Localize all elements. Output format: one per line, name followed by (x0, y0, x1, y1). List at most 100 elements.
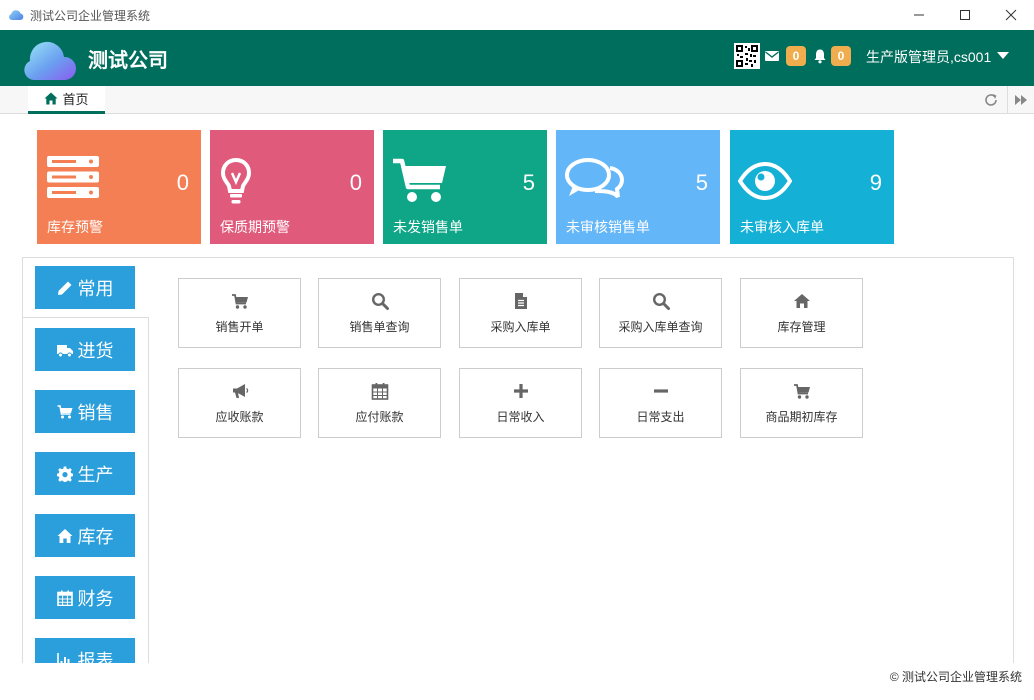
function-label: 日常收入 (496, 409, 545, 424)
sidebar-item-purchase[interactable]: 进货 (35, 328, 135, 371)
tile-label: 未发销售单 (393, 219, 463, 235)
sidebar-item-sales[interactable]: 销售 (35, 390, 135, 433)
maximize-icon (960, 10, 970, 20)
tab-home-label: 首页 (62, 92, 89, 107)
sidebar-item-label: 库存 (77, 526, 114, 547)
function-label: 应付账款 (355, 409, 404, 424)
tile-label: 未审核销售单 (566, 219, 650, 235)
sidebar-item-label: 进货 (77, 340, 114, 361)
calendar-icon (371, 382, 388, 400)
close-icon (1005, 9, 1017, 21)
bell-icon[interactable] (812, 48, 828, 64)
function-label: 商品期初库存 (765, 409, 838, 424)
comments-icon (565, 158, 624, 199)
module-sidebar: 常用 进货 销售 生产 库存 财务 报表 (23, 258, 149, 663)
cloud-app-icon (9, 10, 24, 20)
mail-count-badge[interactable]: 0 (786, 46, 806, 66)
tile-value: 5 (522, 170, 535, 195)
pencil-icon (57, 281, 71, 295)
tile-label: 保质期预警 (220, 219, 290, 235)
sidebar-item-label: 财务 (77, 588, 114, 609)
sales-order-button[interactable]: 销售开单 (178, 278, 301, 348)
lightbulb-icon (220, 157, 252, 204)
qr-code-icon[interactable] (734, 43, 760, 69)
tile-unshipped-sales[interactable]: 5 未发销售单 (383, 130, 547, 244)
tab-home[interactable]: 首页 (28, 86, 105, 114)
footer-copyright: © 测试公司企业管理系统 (889, 670, 1022, 684)
sidebar-item-label: 常用 (77, 278, 114, 299)
sidebar-item-common[interactable]: 常用 (35, 266, 135, 309)
sidebar-item-label: 生产 (77, 464, 114, 485)
cloud-logo-icon (24, 41, 76, 80)
window-titlebar: 测试公司企业管理系统 (0, 0, 1034, 30)
tile-value: 5 (695, 170, 708, 195)
sidebar-item-finance[interactable]: 财务 (35, 576, 135, 619)
tile-unreviewed-inbound[interactable]: 9 未审核入库单 (730, 130, 894, 244)
minimize-button[interactable] (896, 0, 942, 30)
user-menu[interactable]: 生产版管理员,cs001 (866, 47, 991, 67)
bar-chart-icon (56, 652, 69, 663)
inventory-management-button[interactable]: 库存管理 (740, 278, 863, 348)
app-header: 测试公司 0 0 生产版管理员,cs001 (0, 30, 1034, 86)
close-button[interactable] (988, 0, 1034, 30)
minus-icon (653, 388, 668, 393)
eye-icon (738, 161, 792, 201)
tile-value: 9 (869, 170, 882, 195)
plus-icon (513, 383, 528, 398)
tile-label: 库存预警 (47, 219, 103, 235)
opening-stock-button[interactable]: 商品期初库存 (740, 368, 863, 438)
search-icon (652, 292, 670, 310)
sales-query-button[interactable]: 销售单查询 (318, 278, 441, 348)
tab-bar: 首页 (0, 86, 1034, 114)
cart-icon (57, 404, 72, 418)
server-icon (47, 156, 99, 198)
function-label: 库存管理 (777, 319, 826, 334)
search-icon (371, 292, 389, 310)
window-title: 测试公司企业管理系统 (30, 9, 151, 23)
sidebar-item-reports[interactable]: 报表 (35, 638, 135, 663)
calendar-icon (56, 590, 73, 606)
tile-unreviewed-sales[interactable]: 5 未审核销售单 (556, 130, 720, 244)
cart-icon (793, 383, 810, 399)
purchase-receipt-query-button[interactable]: 采购入库单查询 (599, 278, 722, 348)
cart-icon (393, 158, 446, 202)
home-icon (57, 528, 72, 543)
sidebar-item-label: 销售 (77, 402, 114, 423)
sidebar-item-inventory[interactable]: 库存 (35, 514, 135, 557)
tile-stock-warning[interactable]: 0 库存预警 (37, 130, 201, 244)
cart-icon (231, 293, 248, 309)
maximize-button[interactable] (942, 0, 988, 30)
megaphone-icon (232, 383, 248, 398)
function-label: 采购入库单 (490, 319, 551, 334)
function-label: 应收账款 (215, 409, 264, 424)
tile-shelf-life-warning[interactable]: 0 保质期预警 (210, 130, 374, 244)
purchase-receipt-button[interactable]: 采购入库单 (459, 278, 582, 348)
function-label: 日常支出 (636, 409, 685, 424)
main-panel: 常用 进货 销售 生产 库存 财务 报表 销售开单 销售单查询 采购入库单 采购… (22, 257, 1014, 663)
truck-icon (56, 344, 73, 357)
refresh-icon[interactable] (983, 92, 999, 108)
accounts-payable-button[interactable]: 应付账款 (318, 368, 441, 438)
tile-value: 0 (349, 170, 362, 195)
function-label: 销售单查询 (349, 319, 410, 334)
accounts-receivable-button[interactable]: 应收账款 (178, 368, 301, 438)
sidebar-item-production[interactable]: 生产 (35, 452, 135, 495)
daily-expense-button[interactable]: 日常支出 (599, 368, 722, 438)
tab-bar-divider (1007, 86, 1008, 114)
company-name: 测试公司 (88, 50, 168, 72)
caret-down-icon[interactable] (997, 52, 1009, 60)
home-icon (793, 293, 810, 308)
file-icon (514, 292, 527, 309)
daily-income-button[interactable]: 日常收入 (459, 368, 582, 438)
mail-icon[interactable] (764, 48, 780, 64)
minimize-icon (914, 14, 924, 16)
function-label: 销售开单 (215, 319, 264, 334)
home-icon (44, 92, 58, 105)
fast-forward-icon[interactable] (1013, 93, 1029, 107)
notice-count-badge[interactable]: 0 (831, 46, 851, 66)
sidebar-item-label: 报表 (77, 650, 114, 664)
gear-icon (56, 466, 73, 482)
function-label: 采购入库单查询 (618, 319, 703, 334)
tile-label: 未审核入库单 (740, 219, 824, 235)
tile-value: 0 (176, 170, 189, 195)
